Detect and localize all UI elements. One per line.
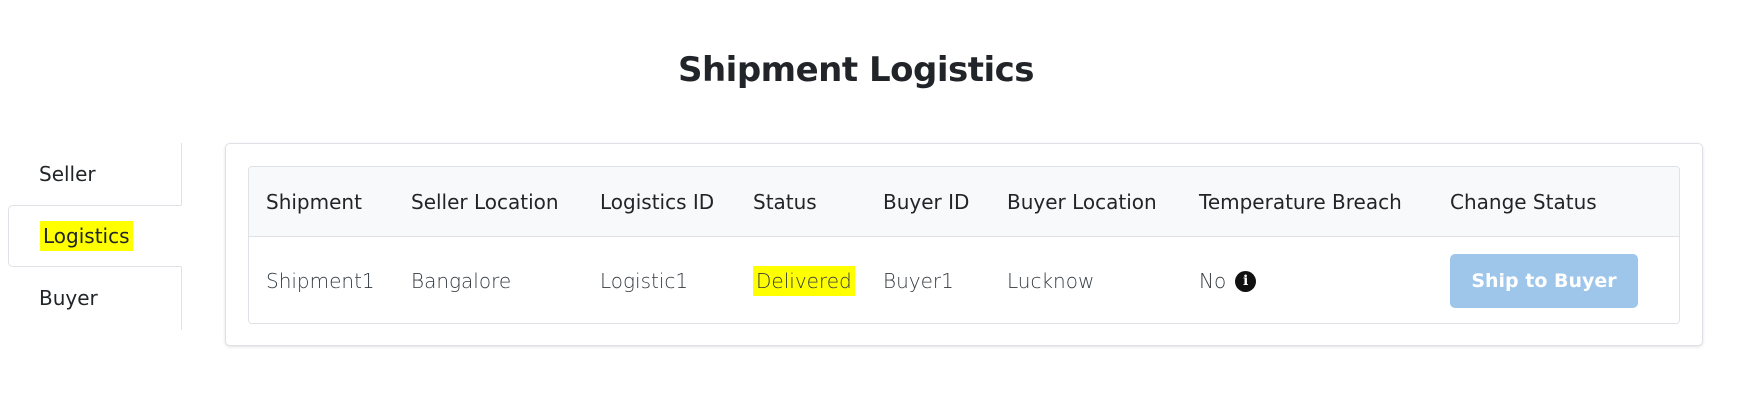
temperature-breach-value: No [1199,269,1227,293]
table-row: Shipment1 Bangalore Logistic1 Delivered … [249,237,1679,323]
cell-temperature-breach: No i [1199,237,1257,323]
cell-status: Delivered [753,237,855,323]
column-header-buyer-id: Buyer ID [883,189,970,214]
sidebar-item-label: Seller [39,162,96,186]
cell-shipment: Shipment1 [266,269,375,293]
table-header-row: Shipment Seller Location Logistics ID St… [249,167,1679,237]
cell-logistics-id: Logistic1 [600,269,689,293]
sidebar-item-label: Buyer [39,286,98,310]
sidebar-item-seller[interactable]: Seller [8,143,182,205]
sidebar-nav: Seller Logistics Buyer [8,143,182,330]
shipment-card: Shipment Seller Location Logistics ID St… [225,143,1703,346]
column-header-temperature-breach: Temperature Breach [1199,189,1402,214]
sidebar-item-logistics[interactable]: Logistics [8,205,182,267]
column-header-seller-location: Seller Location [411,189,559,214]
column-header-change-status: Change Status [1450,189,1597,214]
cell-buyer-location: Lucknow [1007,269,1095,293]
cell-seller-location: Bangalore [411,269,512,293]
page-title: Shipment Logistics [677,50,1035,90]
column-header-status: Status [753,189,817,214]
sidebar-item-label: Logistics [40,221,133,251]
cell-buyer-id: Buyer1 [883,269,954,293]
column-header-shipment: Shipment [266,189,362,214]
status-badge: Delivered [753,266,855,296]
info-icon[interactable]: i [1235,270,1257,292]
column-header-logistics-id: Logistics ID [600,189,715,214]
sidebar-item-buyer[interactable]: Buyer [8,267,182,329]
cell-change-status: Ship to Buyer [1450,237,1638,323]
shipment-table: Shipment Seller Location Logistics ID St… [248,166,1680,324]
column-header-buyer-location: Buyer Location [1007,189,1157,214]
ship-to-buyer-button[interactable]: Ship to Buyer [1450,254,1638,308]
